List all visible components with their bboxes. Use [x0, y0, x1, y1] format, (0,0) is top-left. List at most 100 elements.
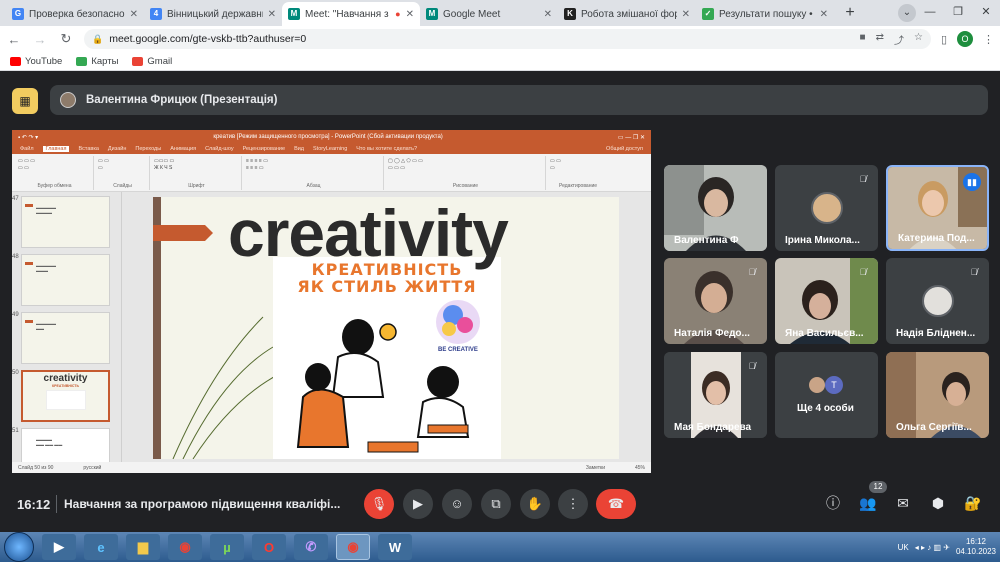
bookmark-label: YouTube [25, 55, 63, 67]
people-button[interactable]: 👥 [857, 492, 879, 514]
thumb-accent [25, 320, 33, 323]
browser-tab[interactable]: 4 Вінницький державни ✕ [144, 2, 282, 26]
participant-tile[interactable]: Ольга Сергіїв... [886, 352, 989, 438]
bookmark-youtube[interactable]: YouTube [10, 56, 62, 67]
bookmark-gmail[interactable]: Gmail [132, 56, 172, 67]
tab-title: Google Meet [443, 8, 501, 20]
share-icon[interactable]: ⤴ [894, 32, 904, 47]
participant-tile[interactable]: 🎙̸ Яна Васильєв... [775, 258, 878, 344]
meet-controls-bar: 16:12 Навчання за програмою підвищення к… [0, 480, 1000, 528]
participant-name: Валентина Ф [674, 235, 739, 246]
close-window-icon[interactable]: ✕ [972, 0, 1000, 26]
reactions-button[interactable]: ☺ [442, 489, 472, 519]
close-tab-icon[interactable]: ✕ [268, 9, 276, 20]
thumb-text-lines: ▬▬▬▬▬ ▬▬ [36, 321, 56, 331]
participant-avatar [811, 192, 843, 224]
participant-tile[interactable]: 🎙̸ Мая Бондарева [664, 352, 767, 438]
media-player-icon[interactable]: ▶ [42, 534, 76, 560]
utorrent-icon[interactable]: µ [210, 534, 244, 560]
participant-tile-speaking[interactable]: ▮▮ Катерина Под... [886, 165, 989, 251]
camera-toggle-button[interactable]: ▶ [403, 489, 433, 519]
back-icon[interactable]: ← [6, 32, 22, 47]
chat-button[interactable]: ✉ [892, 492, 914, 514]
bookmark-maps[interactable]: Карты [76, 56, 118, 67]
emoji-icon: ☺ [450, 496, 464, 511]
word-icon[interactable]: W [378, 534, 412, 560]
tab-search-chevron-icon[interactable]: ⌄ [898, 4, 916, 22]
tab-title: Meet: "Навчання з [305, 8, 389, 20]
tray-date: 04.10.2023 [955, 547, 996, 556]
chrome-icon[interactable]: ◉ [168, 534, 202, 560]
thumb-text-lines: ▬▬▬▬ ▬▬ ▬▬ ▬▬ [36, 437, 63, 447]
status-zoom: 45% [634, 464, 645, 471]
slide-thumbnail: ▬▬▬▬▬ ▬▬▬▬ [21, 196, 110, 248]
ribbon-row: ▭ ▭ ▭ [388, 165, 405, 171]
slide-subtitle: КРЕАТИВНІСТЬ ЯК СТИЛЬ ЖИТТЯ [275, 261, 499, 295]
language-indicator[interactable]: UK [898, 543, 909, 552]
browser-tab[interactable]: G Проверка безопаснос ✕ [6, 2, 144, 26]
participant-tile[interactable]: 🎙̸ Ірина Микола... [775, 165, 878, 251]
reload-icon[interactable]: ↻ [58, 31, 74, 47]
ribbon-row: ≡ ≡ ≡ ▭ [246, 165, 264, 171]
start-button[interactable] [4, 532, 34, 562]
close-tab-icon[interactable]: ✕ [682, 9, 690, 20]
menu-item: Анимация [170, 146, 197, 152]
mic-toggle-button[interactable]: 🎙 [364, 489, 394, 519]
ribbon-row: ▭ ▭ [98, 158, 109, 164]
participant-tile-more[interactable]: T Ще 4 особи [775, 352, 878, 438]
shared-screen: ▪ ↶ ↷ ▾ креатив [Режим защищенного просм… [12, 130, 651, 473]
close-tab-icon[interactable]: ✕ [406, 9, 414, 20]
file-explorer-icon[interactable]: ▆ [126, 534, 160, 560]
browser-tab[interactable]: M Google Meet ✕ [420, 2, 558, 26]
tray-icons[interactable]: ◂ ▸ ♪ ▥ ✈ [915, 543, 950, 552]
translate-icon[interactable]: ⇄ [876, 32, 884, 47]
menu-kebab-icon[interactable]: ⋮ [983, 33, 994, 46]
participant-avatar [922, 285, 954, 317]
new-tab-button[interactable]: + [838, 2, 862, 26]
end-call-button[interactable]: ☎ [596, 489, 636, 519]
slide-subtitle-line: ЯК СТИЛЬ ЖИТТЯ [297, 277, 477, 296]
host-controls-button[interactable]: 🔐 [962, 492, 984, 514]
chrome-active-icon[interactable]: ◉ [336, 534, 370, 560]
stop-presenting-icon[interactable]: ▦ [12, 88, 38, 114]
forward-icon[interactable]: → [32, 32, 48, 47]
close-tab-icon[interactable]: ✕ [820, 9, 828, 20]
participant-tile[interactable]: Валентина Ф [664, 165, 767, 251]
bookmark-star-icon[interactable]: ☆ [914, 32, 923, 47]
favicon-icon: M [288, 8, 300, 20]
camera-icon: ▶ [413, 496, 423, 511]
menu-item: Дизайн [107, 146, 127, 152]
activities-button[interactable]: ⬢ [927, 492, 949, 514]
more-vert-icon: ⋮ [566, 496, 580, 511]
speaking-indicator-icon: ▮▮ [963, 173, 981, 191]
ribbon-row: ▢ ◯ △ ⬠ ▭ ▭ [388, 158, 423, 164]
participant-tile[interactable]: 🎙̸ Наталія Федо... [664, 258, 767, 344]
more-options-button[interactable]: ⋮ [558, 489, 588, 519]
participant-avatar [808, 376, 826, 394]
tray-clock[interactable]: 16:12 04.10.2023 [956, 537, 996, 557]
opera-icon[interactable]: O [252, 534, 286, 560]
browser-tab-active[interactable]: M Meet: "Навчання з ● ✕ [282, 2, 420, 26]
meeting-details-button[interactable]: ⓘ [822, 492, 844, 514]
viber-icon[interactable]: ✆ [294, 534, 328, 560]
maximize-icon[interactable]: ❐ [944, 0, 972, 26]
raise-hand-button[interactable]: ✋ [520, 489, 550, 519]
browser-tab[interactable]: K Робота змішаної форм ✕ [558, 2, 696, 26]
close-tab-icon[interactable]: ✕ [544, 9, 552, 20]
present-screen-button[interactable]: ⧉ [481, 489, 511, 519]
sidepanel-icon[interactable]: ▯ [941, 33, 947, 46]
address-bar[interactable]: 🔒 meet.google.com/gte-vskb-ttb?authuser=… [84, 29, 931, 49]
lock-icon[interactable]: 🔒 [92, 34, 103, 45]
menu-item: StoryLearning [313, 146, 348, 152]
participant-tile[interactable]: 🎙̸ Надія Бліднен... [886, 258, 989, 344]
close-tab-icon[interactable]: ✕ [130, 9, 138, 20]
browser-tab[interactable]: ✓ Результати пошуку • m ✕ [696, 2, 834, 26]
powerpoint-window-title: креатив [Режим защищенного просмотра] - … [213, 134, 443, 140]
minimize-icon[interactable]: — [916, 0, 944, 26]
thumb-text-lines: ▬▬▬▬▬ ▬▬▬ [36, 263, 56, 273]
internet-explorer-icon[interactable]: e [84, 534, 118, 560]
participant-name: Катерина Под... [898, 233, 975, 244]
camera-indicator-icon[interactable]: ■ [860, 32, 866, 47]
ribbon-caption: Слайды [113, 183, 132, 189]
profile-avatar[interactable]: O [957, 31, 973, 47]
